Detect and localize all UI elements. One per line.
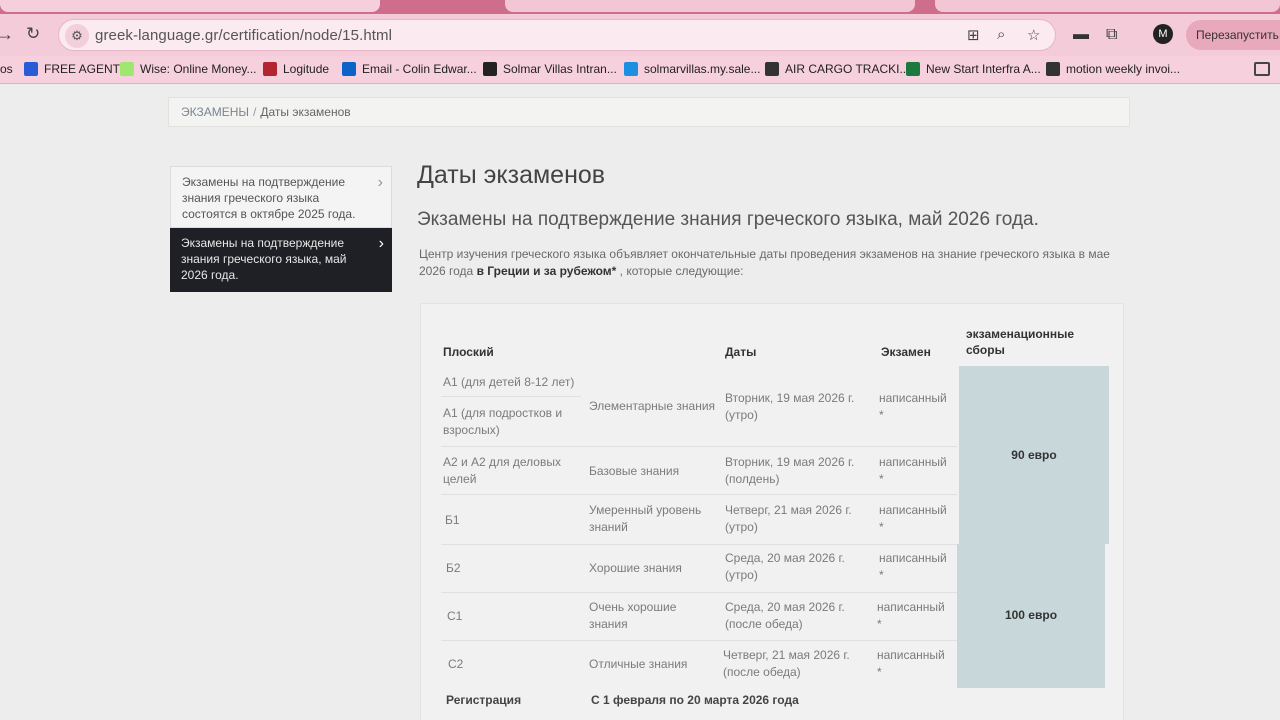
fee-label: 90 евро <box>1011 448 1057 462</box>
fee-cell-a1-b1: 90 евро <box>959 366 1109 544</box>
row-divider <box>441 446 957 447</box>
bookmark-2[interactable]: Logitude <box>263 62 329 76</box>
level-name-cell: Отличные знания <box>589 657 688 671</box>
bookmark-favicon-icon <box>765 62 779 76</box>
bookmark-7[interactable]: New Start Interfra A... <box>906 62 1041 76</box>
level-cell: А1 (для подростков и взрослых) <box>443 406 563 437</box>
bookmark-favicon-icon <box>342 62 356 76</box>
exam-cell: написанный * <box>879 503 947 534</box>
bookmark-3[interactable]: Email - Colin Edwar... <box>342 62 477 76</box>
row-divider <box>441 640 957 641</box>
tab-2[interactable] <box>505 0 915 12</box>
level-cell: С2 <box>448 657 464 671</box>
page-subtitle: Экзамены на подтверждение знания греческ… <box>417 209 1039 230</box>
relaunch-button[interactable]: Перезапустить и <box>1186 20 1280 50</box>
bookmark-favicon-icon <box>1046 62 1060 76</box>
header-dates: Даты <box>725 345 757 359</box>
level-cell: А2 и А2 для деловых целей <box>443 455 561 486</box>
exam-cell: написанный * <box>879 391 947 422</box>
header-level: Плоский <box>443 345 494 359</box>
date-cell: Четверг, 21 мая 2026 г. (утро) <box>725 503 852 534</box>
sidebar-item-may-2026[interactable]: Экзамены на подтверждение знания греческ… <box>170 228 392 292</box>
exam-cell: написанный * <box>877 600 945 631</box>
header-fees: экзаменационные сборы <box>966 327 1075 357</box>
chevron-right-icon: › <box>377 174 383 191</box>
level-name-cell: Умеренный уровень знаний <box>589 503 702 534</box>
zoom-icon[interactable]: ⌕ <box>997 26 1005 43</box>
date-cell: Четверг, 21 мая 2026 г. (после обеда) <box>723 648 850 679</box>
date-cell: Среда, 20 мая 2026 г. (утро) <box>725 551 845 582</box>
breadcrumb-link-exams[interactable]: ЭКЗАМЕНЫ <box>181 105 249 119</box>
registration-label: Регистрация <box>446 693 522 707</box>
fee-label: 100 евро <box>1004 608 1058 622</box>
row-divider <box>441 494 957 495</box>
sidebar-item-label: Экзамены на подтверждение знания греческ… <box>182 175 356 221</box>
star-icon[interactable]: ☆ <box>1027 26 1040 44</box>
profile-avatar[interactable]: M <box>1153 24 1173 44</box>
chevron-right-icon: › <box>378 235 384 252</box>
level-name-cell: Элементарные знания <box>589 399 716 413</box>
bookmarks-folder-icon[interactable] <box>1254 62 1270 76</box>
bookmark-1[interactable]: Wise: Online Money... <box>120 62 256 76</box>
level-cell: Б2 <box>446 561 461 575</box>
sidebar-item-label: Экзамены на подтверждение знания греческ… <box>181 236 347 282</box>
exam-cell: написанный * <box>879 455 947 486</box>
fee-cell-b2-c2: 100 евро <box>957 544 1105 688</box>
row-divider <box>441 396 581 397</box>
bookmark-favicon-icon <box>483 62 497 76</box>
url-text[interactable]: greek-language.gr/certification/node/15.… <box>95 27 392 44</box>
intro-paragraph: Центр изучения греческого языка объявляе… <box>419 247 1110 278</box>
bookmark-favicon-icon <box>906 62 920 76</box>
intro-bold: в Греции и за рубежом* <box>476 264 617 278</box>
site-settings-icon[interactable]: ⚙ <box>65 24 89 48</box>
level-name-cell: Хорошие знания <box>589 561 682 575</box>
bookmark-favicon-icon <box>24 62 38 76</box>
sidebar-item-october-2025[interactable]: Экзамены на подтверждение знания греческ… <box>170 166 392 228</box>
page-content: ЭКЗАМЕНЫ / Даты экзаменов Экзамены на подт… <box>0 85 1280 720</box>
exam-cell: написанный * <box>877 648 945 679</box>
browser-toolbar: → ↻ ⚙ greek-language.gr/certification/no… <box>0 14 1280 56</box>
sidebar: Экзамены на подтверждение знания греческ… <box>170 166 392 292</box>
row-divider <box>441 544 957 545</box>
address-bar[interactable]: ⚙ greek-language.gr/certification/node/1… <box>58 19 1056 51</box>
bookmark-8[interactable]: motion weekly invoi... <box>1046 62 1180 76</box>
level-cell: А1 (для детей 8-12 лет) <box>443 375 575 389</box>
back-icon[interactable]: → <box>0 24 14 44</box>
tab-active[interactable] <box>0 0 380 12</box>
tab-strip <box>0 0 1280 14</box>
breadcrumb-current: Даты экзаменов <box>260 105 351 119</box>
breadcrumb: ЭКЗАМЕНЫ / Даты экзаменов <box>168 97 1130 127</box>
bookmark-5[interactable]: solmarvillas.my.sale... <box>624 62 760 76</box>
bookmark-truncated[interactable]: os <box>0 62 13 76</box>
translate-icon[interactable]: ⊞ <box>967 26 980 44</box>
bookmark-6[interactable]: AIR CARGO TRACKI... <box>765 62 909 76</box>
bookmarks-bar: os FREE AGENT Wise: Online Money... Logi… <box>0 56 1280 84</box>
exam-cell: написанный * <box>879 551 947 582</box>
registration-value: С 1 февраля по 20 марта 2026 года <box>591 693 799 707</box>
bookmark-0[interactable]: FREE AGENT <box>24 62 120 76</box>
bookmark-4[interactable]: Solmar Villas Intran... <box>483 62 617 76</box>
bookmark-favicon-icon <box>120 62 134 76</box>
date-cell: Вторник, 19 мая 2026 г. (утро) <box>725 391 855 422</box>
date-cell: Вторник, 19 мая 2026 г. (полдень) <box>725 455 855 486</box>
level-name-cell: Базовые знания <box>589 464 680 478</box>
header-exam: Экзамен <box>881 345 931 359</box>
breadcrumb-separator: / <box>253 105 257 119</box>
level-cell: С1 <box>447 609 463 623</box>
bookmark-favicon-icon <box>624 62 638 76</box>
exam-table: Плоский Даты Экзамен экзаменационные сбо… <box>420 303 1124 720</box>
page-title: Даты экзаменов <box>417 161 606 189</box>
date-cell: Среда, 20 мая 2026 г. (после обеда) <box>725 600 845 631</box>
extension-icon[interactable]: ▬ <box>1073 26 1089 44</box>
level-name-cell: Очень хорошие знания <box>589 600 677 631</box>
puzzle-icon[interactable]: ⧉ <box>1106 26 1117 44</box>
row-divider <box>441 592 957 593</box>
tab-3[interactable] <box>935 0 1280 12</box>
bookmark-favicon-icon <box>263 62 277 76</box>
level-cell: Б1 <box>445 513 460 527</box>
reload-icon[interactable]: ↻ <box>26 24 40 44</box>
